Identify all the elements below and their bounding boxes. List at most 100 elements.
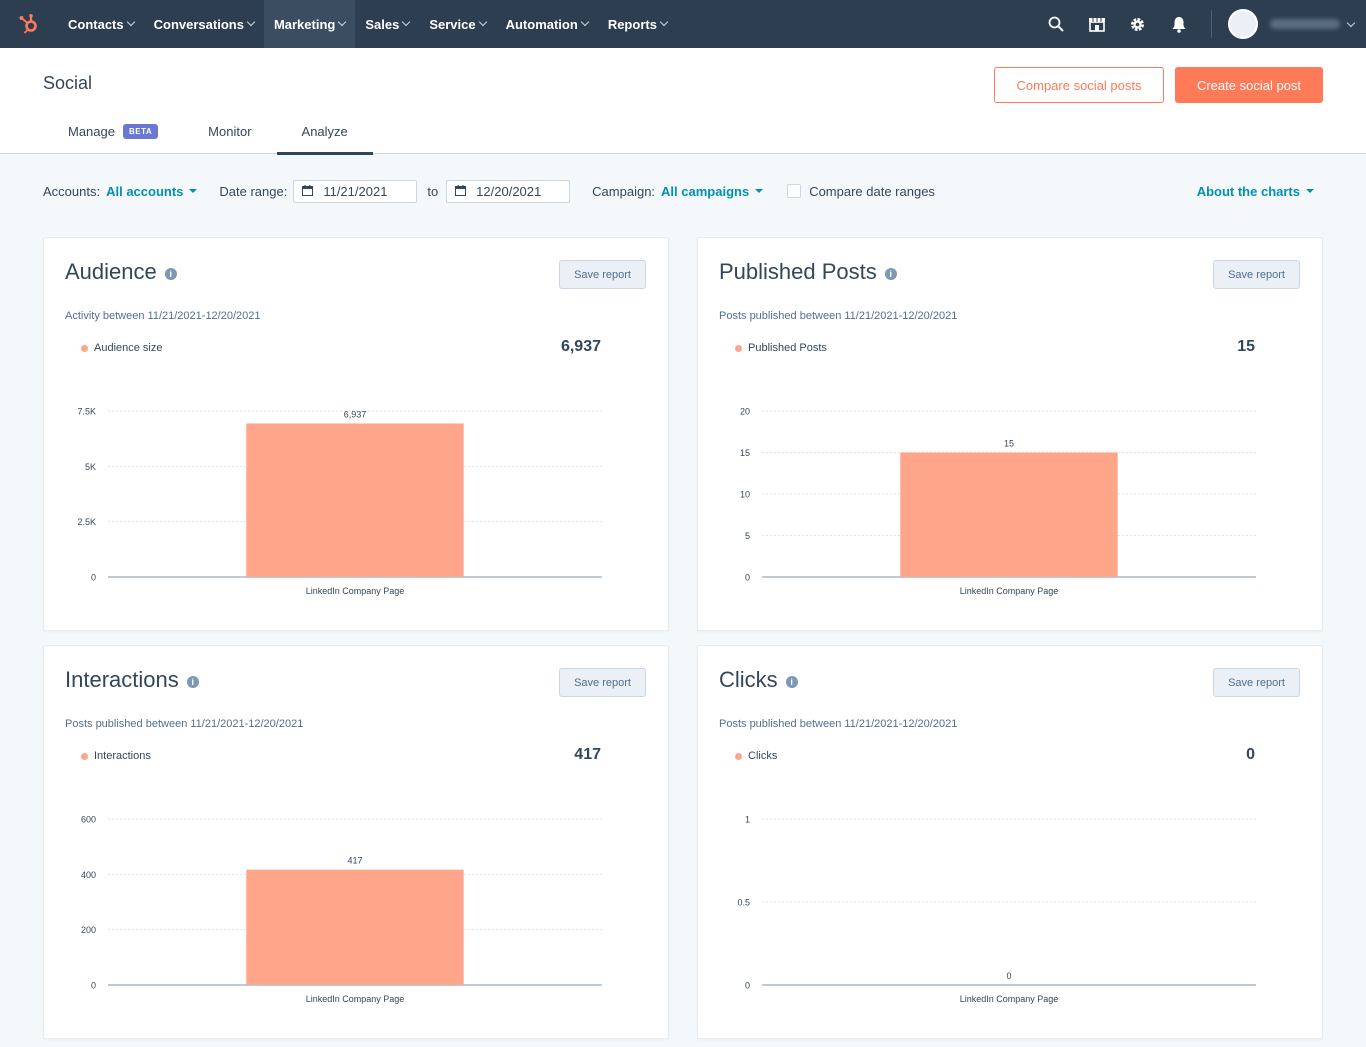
nav-item-reports[interactable]: Reports	[598, 0, 677, 48]
campaign-label: Campaign:	[592, 183, 656, 199]
y-tick-label: 0	[745, 573, 750, 583]
nav-item-conversations[interactable]: Conversations	[144, 0, 264, 48]
compare-social-posts-button[interactable]: Compare social posts	[994, 67, 1164, 103]
clicks-card: Clicks i Save report Posts published bet…	[697, 645, 1323, 1039]
legend-label: Audience size	[94, 342, 163, 354]
save-report-button[interactable]: Save report	[1213, 668, 1300, 697]
date-from-input[interactable]: 11/21/2021	[293, 179, 418, 203]
bar-value-label: 0	[1006, 971, 1011, 981]
save-report-button[interactable]: Save report	[1213, 260, 1300, 289]
caret-down-icon	[189, 189, 198, 193]
avatar[interactable]	[1228, 9, 1258, 39]
chevron-down-icon	[402, 17, 411, 27]
chart-legend: Clicks	[735, 750, 777, 762]
x-tick-label: LinkedIn Company Page	[306, 994, 405, 1004]
y-tick-label: 1	[745, 815, 750, 825]
published-posts-bar-chart: 0 5 10 15 20 15 LinkedIn Company Page	[740, 407, 1256, 596]
compare-date-ranges-checkbox[interactable]	[787, 184, 802, 198]
bar[interactable]	[246, 423, 464, 577]
save-report-button[interactable]: Save report	[559, 668, 646, 697]
chevron-down-icon	[478, 17, 487, 27]
chart-legend: Interactions	[81, 750, 151, 762]
legend-dot	[81, 344, 88, 352]
chevron-down-icon	[126, 17, 135, 27]
interactions-bar-chart: 0 200 400 600 417 LinkedIn Company Page	[81, 815, 602, 1004]
y-tick-label: 0	[91, 981, 96, 991]
bar[interactable]	[900, 452, 1118, 578]
card-subtitle: Posts published between 11/21/2021-12/20…	[65, 718, 304, 730]
y-tick-label: 0	[745, 981, 750, 991]
filter-bar: Accounts: All accounts Date range: 11/21…	[43, 178, 1323, 204]
date-from-value: 11/21/2021	[323, 183, 388, 199]
marketplace-icon[interactable]	[1076, 0, 1117, 48]
calendar-icon	[455, 184, 467, 199]
y-tick-label: 20	[740, 407, 750, 417]
chevron-down-icon	[659, 17, 669, 27]
y-tick-label: 5	[745, 531, 750, 541]
x-tick-label: LinkedIn Company Page	[960, 994, 1059, 1004]
tab-monitor[interactable]: Monitor	[183, 120, 276, 154]
card-title-text: Audience	[65, 259, 157, 284]
x-tick-label: LinkedIn Company Page	[960, 586, 1059, 596]
y-tick-label: 0	[91, 573, 96, 583]
date-range-label: Date range:	[219, 183, 288, 199]
info-icon[interactable]: i	[164, 268, 177, 280]
card-title: Audience i	[65, 259, 177, 285]
y-tick-label: 200	[81, 925, 96, 935]
nav-item-sales[interactable]: Sales	[355, 0, 419, 48]
create-social-post-button[interactable]: Create social post	[1175, 67, 1323, 103]
nav-item-label: Marketing	[273, 16, 336, 32]
settings-icon[interactable]	[1117, 0, 1158, 48]
compare-date-ranges-label: Compare date ranges	[809, 183, 935, 199]
card-title-text: Interactions	[65, 667, 179, 692]
bar[interactable]	[246, 869, 464, 985]
card-total: 417	[574, 746, 601, 763]
bar-value-label: 417	[347, 856, 362, 866]
campaign-value: All campaigns	[661, 183, 750, 199]
about-the-charts-dropdown[interactable]: About the charts	[1197, 184, 1314, 199]
info-icon[interactable]: i	[785, 676, 798, 688]
nav-item-label: Contacts	[68, 16, 124, 32]
page-header: Social Compare social posts Create socia…	[0, 48, 1366, 155]
chevron-down-icon	[338, 17, 347, 27]
date-to-input[interactable]: 12/20/2021	[446, 179, 571, 203]
clicks-bar-chart: 0 0.5 1 0 LinkedIn Company Page	[737, 815, 1256, 1004]
tab-label: Manage	[68, 124, 115, 139]
nav-item-service[interactable]: Service	[419, 0, 495, 48]
card-title-text: Clicks	[719, 667, 778, 692]
chart-legend: Published Posts	[735, 342, 827, 354]
notifications-icon[interactable]	[1158, 0, 1199, 48]
card-subtitle: Posts published between 11/21/2021-12/20…	[719, 718, 958, 730]
calendar-icon	[302, 184, 314, 199]
about-the-charts-label: About the charts	[1196, 183, 1300, 199]
legend-dot	[81, 752, 88, 760]
legend-label: Interactions	[94, 750, 151, 762]
nav-item-label: Automation	[505, 16, 578, 32]
accounts-dropdown[interactable]: All accounts	[106, 184, 198, 199]
tab-analyze[interactable]: Analyze	[276, 120, 374, 155]
accounts-label: Accounts:	[43, 183, 101, 199]
chevron-down-icon[interactable]	[1346, 18, 1356, 27]
caret-down-icon	[1306, 189, 1314, 193]
nav-item-label: Reports	[607, 16, 657, 32]
nav-item-automation[interactable]: Automation	[496, 0, 598, 48]
legend-label: Published Posts	[748, 342, 827, 354]
card-title: Published Posts i	[719, 259, 897, 285]
search-icon[interactable]	[1035, 0, 1076, 48]
info-icon[interactable]: i	[186, 676, 199, 688]
card-subtitle: Posts published between 11/21/2021-12/20…	[719, 310, 958, 322]
info-icon[interactable]: i	[884, 268, 897, 280]
tab-label: Monitor	[208, 124, 252, 139]
tab-manage[interactable]: Manage BETA	[43, 120, 183, 154]
chart-legend: Audience size	[81, 342, 163, 354]
nav-item-marketing[interactable]: Marketing	[263, 0, 356, 48]
nav-item-contacts[interactable]: Contacts	[58, 0, 144, 48]
account-name-blurred[interactable]	[1270, 19, 1340, 29]
save-report-button[interactable]: Save report	[559, 260, 646, 289]
campaign-dropdown[interactable]: All campaigns	[661, 183, 764, 199]
legend-dot	[735, 344, 742, 352]
card-title-text: Published Posts	[719, 259, 877, 284]
hubspot-logo-icon[interactable]	[0, 0, 58, 48]
legend-label: Clicks	[748, 750, 778, 762]
top-navigation: Contacts Conversations Marketing Sales Servi…	[0, 0, 1366, 48]
